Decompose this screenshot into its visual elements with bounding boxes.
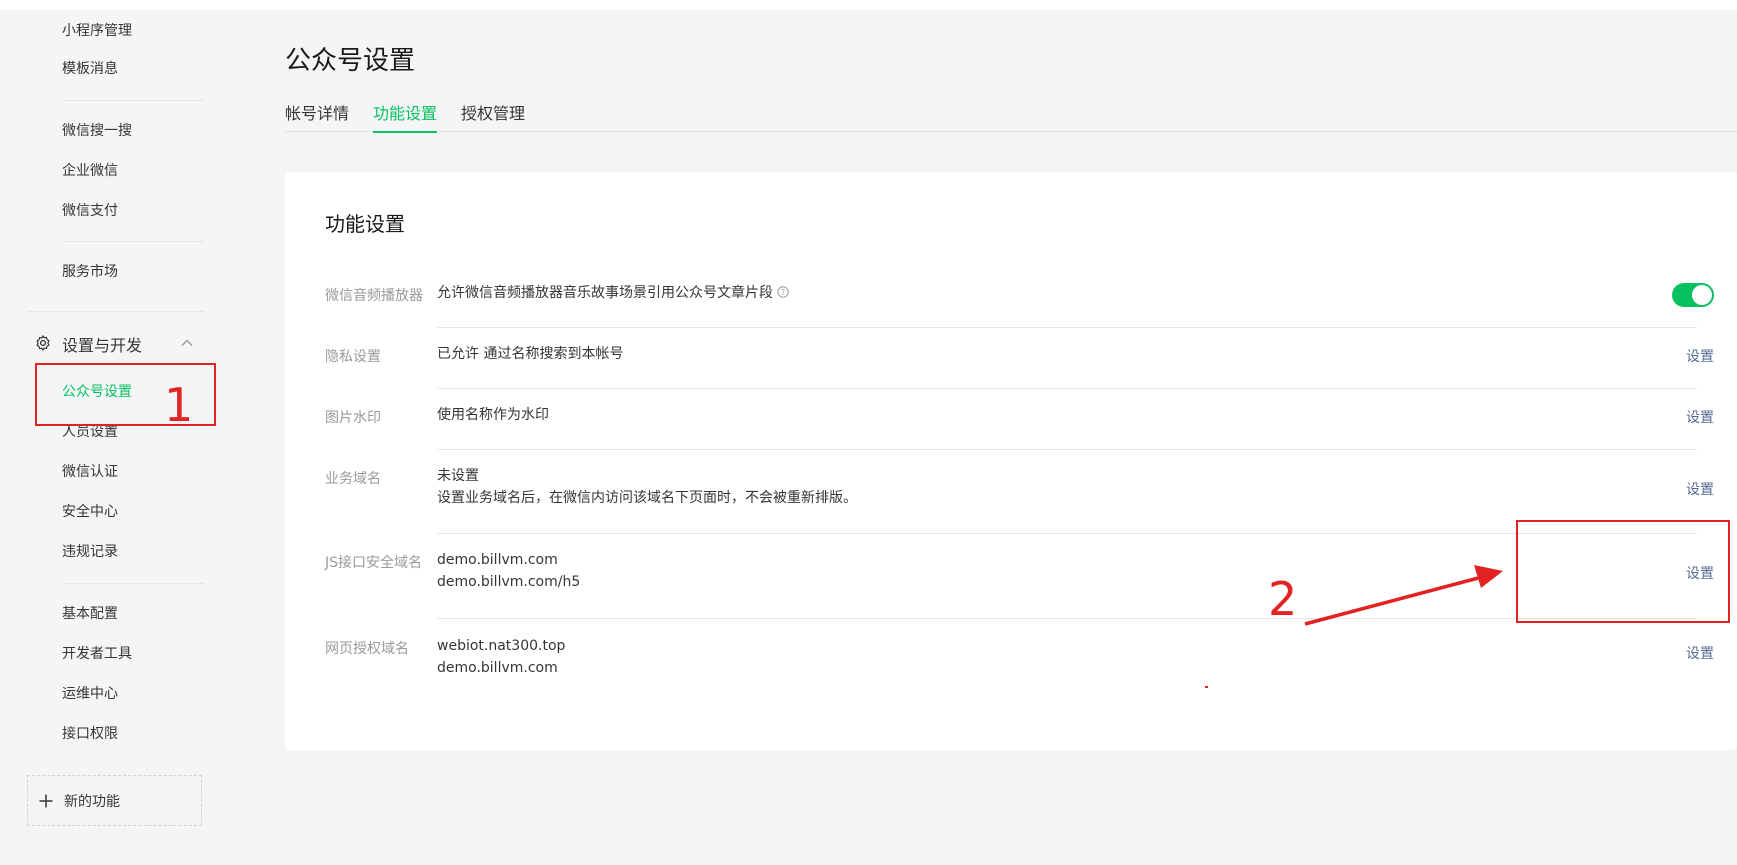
privacy-settings-link[interactable]: 设置 xyxy=(1686,346,1714,366)
plus-icon xyxy=(39,794,53,808)
tab-bar: 帐号详情 功能设置 授权管理 xyxy=(285,100,1737,133)
toggle-knob xyxy=(1692,285,1712,305)
sidebar-item-miniprogram[interactable]: 小程序管理 xyxy=(62,20,132,40)
annotation-number-1: 1 xyxy=(164,378,194,432)
new-feature-label: 新的功能 xyxy=(64,794,120,810)
row-value-line: webiot.nat300.top xyxy=(437,638,566,654)
sidebar-divider xyxy=(27,311,204,312)
row-divider xyxy=(437,533,1697,534)
row-value-line: 使用名称作为水印 xyxy=(437,407,549,423)
row-divider xyxy=(437,449,1697,450)
row-divider xyxy=(437,327,1697,328)
feature-settings-card: 功能设置 微信音频播放器 允许微信音频播放器音乐故事场景引用公众号文章片段? 隐… xyxy=(285,172,1737,750)
sidebar-item-service-market[interactable]: 服务市场 xyxy=(62,261,118,281)
row-value-line: 设置业务域名后，在微信内访问该域名下页面时，不会被重新排版。 xyxy=(437,490,857,506)
row-value: 允许微信音频播放器音乐故事场景引用公众号文章片段? xyxy=(437,282,789,304)
sidebar-group-settings-dev[interactable]: 设置与开发 xyxy=(34,332,204,356)
row-value-line: 已允许 通过名称搜索到本帐号 xyxy=(437,346,624,362)
svg-text:?: ? xyxy=(781,288,785,297)
row-divider xyxy=(437,618,1697,619)
tab-authorization[interactable]: 授权管理 xyxy=(461,100,525,131)
sidebar-item-violation-records[interactable]: 违规记录 xyxy=(62,541,118,561)
annotation-number-2: 2 xyxy=(1268,572,1298,626)
audio-player-toggle[interactable] xyxy=(1672,283,1714,307)
sidebar-divider xyxy=(62,100,204,101)
oauth-domain-settings-link[interactable]: 设置 xyxy=(1686,643,1714,663)
sidebar-item-ops-center[interactable]: 运维中心 xyxy=(62,683,118,703)
business-domain-settings-link[interactable]: 设置 xyxy=(1686,479,1714,499)
row-label: JS接口安全域名 xyxy=(325,555,423,571)
top-strip xyxy=(0,0,1737,10)
tab-feature-settings[interactable]: 功能设置 xyxy=(373,100,438,133)
tab-account-details[interactable]: 帐号详情 xyxy=(285,100,349,131)
row-label: 图片水印 xyxy=(325,410,381,426)
sidebar-item-template-message[interactable]: 模板消息 xyxy=(62,58,118,78)
sidebar-item-wecom[interactable]: 企业微信 xyxy=(62,160,118,180)
sidebar-item-security-center[interactable]: 安全中心 xyxy=(62,501,118,521)
sidebar-item-basic-config[interactable]: 基本配置 xyxy=(62,603,118,623)
sidebar-group-label: 设置与开发 xyxy=(62,336,143,355)
sidebar-item-wechat-verification[interactable]: 微信认证 xyxy=(62,461,118,481)
sidebar: 小程序管理 模板消息 微信搜一搜 企业微信 微信支付 服务市场 设置与开发 公众… xyxy=(0,10,250,865)
sidebar-item-api-permissions[interactable]: 接口权限 xyxy=(62,723,118,743)
chevron-up-icon[interactable] xyxy=(180,336,194,350)
row-value-line: 未设置 xyxy=(437,468,479,484)
help-icon[interactable]: ? xyxy=(777,286,789,298)
row-value-line: 允许微信音频播放器音乐故事场景引用公众号文章片段 xyxy=(437,285,773,301)
page-title: 公众号设置 xyxy=(285,46,416,76)
row-value: demo.billvm.com demo.billvm.com/h5 xyxy=(437,549,580,593)
row-value: webiot.nat300.top demo.billvm.com xyxy=(437,635,565,679)
sidebar-item-developer-tools[interactable]: 开发者工具 xyxy=(62,643,132,663)
sidebar-item-wechat-search[interactable]: 微信搜一搜 xyxy=(62,120,132,140)
row-label: 微信音频播放器 xyxy=(325,288,423,304)
row-value: 未设置 设置业务域名后，在微信内访问该域名下页面时，不会被重新排版。 xyxy=(437,465,857,509)
card-title: 功能设置 xyxy=(325,212,405,236)
sidebar-divider xyxy=(62,241,204,242)
new-feature-button[interactable]: 新的功能 xyxy=(27,775,202,826)
row-value: 已允许 通过名称搜索到本帐号 xyxy=(437,343,623,365)
sidebar-divider xyxy=(62,583,204,584)
sidebar-item-wechat-pay[interactable]: 微信支付 xyxy=(62,200,118,220)
row-value: 使用名称作为水印 xyxy=(437,404,549,426)
row-value-line: demo.billvm.com xyxy=(437,660,558,676)
row-label: 网页授权域名 xyxy=(325,641,409,657)
gear-icon xyxy=(36,335,50,351)
row-label: 隐私设置 xyxy=(325,349,381,365)
annotation-box-2 xyxy=(1516,520,1730,623)
row-value-line: demo.billvm.com xyxy=(437,552,558,568)
row-value-line: demo.billvm.com/h5 xyxy=(437,574,581,590)
row-divider xyxy=(437,388,1697,389)
row-label: 业务域名 xyxy=(325,471,381,487)
watermark-settings-link[interactable]: 设置 xyxy=(1686,407,1714,427)
